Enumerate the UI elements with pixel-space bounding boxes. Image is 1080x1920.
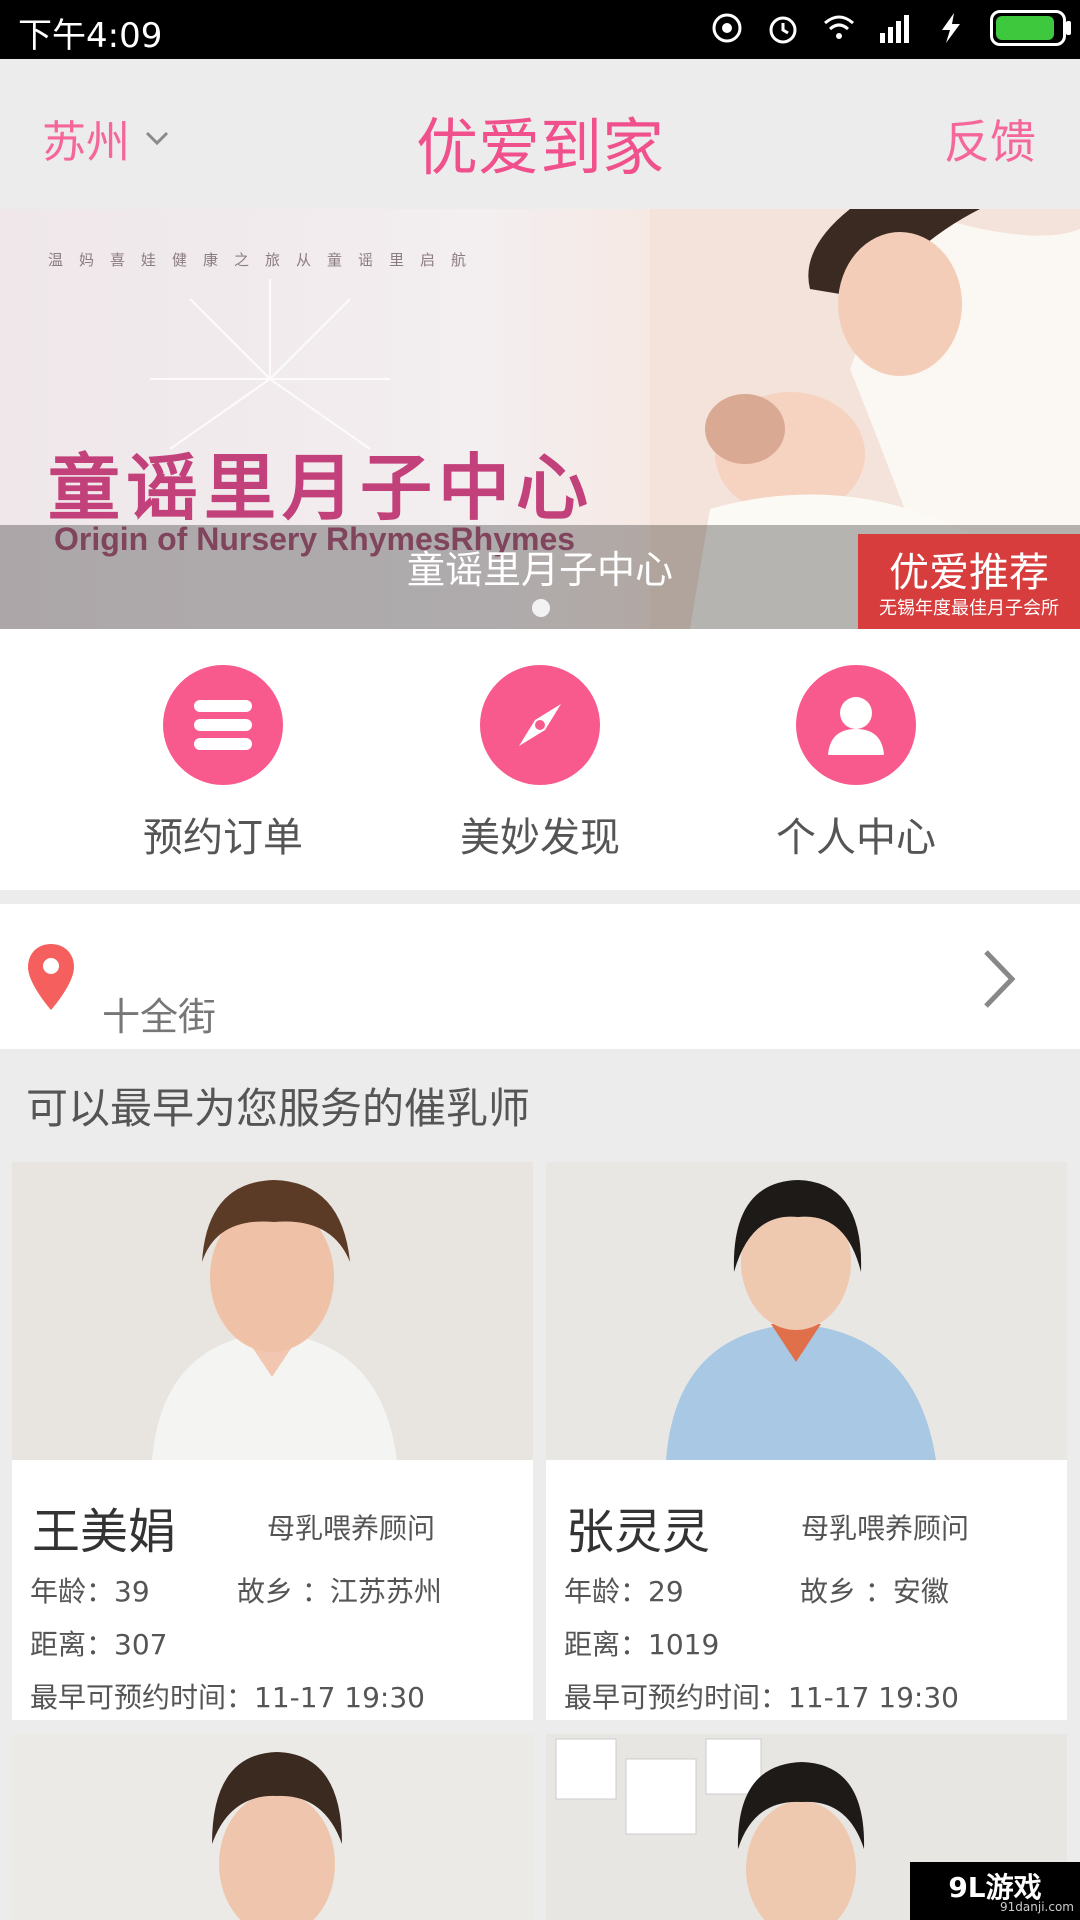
banner-tagline: 温妈喜娃健康之旅从童谣里启航: [48, 251, 483, 269]
section-title: 可以最早为您服务的催乳师: [26, 1084, 531, 1133]
available-time-label: 最早可预约时间：: [30, 1681, 255, 1714]
distance-field: 距离：307: [30, 1623, 167, 1663]
distance-label: 距离：: [564, 1628, 649, 1661]
menu-label-profile: 个人中心: [776, 815, 936, 861]
age-field: 年龄：39: [30, 1570, 150, 1610]
carousel-indicator-dot[interactable]: [532, 599, 550, 617]
watermark-logo: 9L游戏 91danji.com: [910, 1862, 1080, 1920]
hometown-field: 故乡 ：江苏苏州: [237, 1570, 442, 1610]
person-icon: [796, 665, 916, 785]
consultant-name: 张灵灵: [566, 1504, 711, 1560]
available-time-field: 最早可预约时间：11-17 19:30: [30, 1676, 425, 1716]
hometown-label: 故乡 ：: [800, 1575, 893, 1608]
status-bar: 下午4:09: [0, 0, 1080, 59]
hometown-label: 故乡 ：: [237, 1575, 330, 1608]
charging-icon: [942, 13, 960, 43]
list-icon: [163, 665, 283, 785]
menu-item-profile[interactable]: 个人中心: [736, 665, 976, 863]
wifi-icon: [824, 15, 854, 39]
consultant-photo: [12, 1734, 533, 1920]
consultant-role: 母乳喂养顾问: [801, 1512, 970, 1545]
status-time: 下午4:09: [18, 16, 163, 56]
hometown-value: 安徽: [892, 1575, 949, 1608]
chevron-right-icon: [984, 950, 1016, 1008]
consultant-photo: [12, 1162, 533, 1460]
distance-label: 距离：: [30, 1628, 115, 1661]
battery-icon: [990, 10, 1071, 46]
recommend-badge: 优爱推荐 无锡年度最佳月子会所: [858, 534, 1080, 629]
hometown-value: 江苏苏州: [329, 1575, 442, 1608]
signal-icon: [880, 15, 909, 43]
available-time-field: 最早可预约时间：11-17 19:30: [564, 1676, 959, 1716]
available-time-value: 11-17 19:30: [788, 1681, 959, 1714]
menu-item-discover[interactable]: 美妙发现: [420, 665, 660, 863]
consultant-card[interactable]: 王美娟 母乳喂养顾问 年龄：39 故乡 ：江苏苏州 距离：307 最早可预约时间…: [12, 1162, 533, 1720]
consultant-photo: [546, 1162, 1067, 1460]
location-pin-icon: [28, 944, 74, 1010]
consultant-card[interactable]: 张灵灵 母乳喂养顾问 年龄：29 故乡 ：安徽 距离：1019 最早可预约时间：…: [546, 1162, 1067, 1720]
watermark-url: 91danji.com: [1000, 1900, 1074, 1914]
age-value: 39: [114, 1575, 150, 1608]
main-menu: 预约订单 美妙发现 个人中心: [0, 629, 1080, 890]
menu-item-orders[interactable]: 预约订单: [103, 665, 343, 863]
available-time-label: 最早可预约时间：: [564, 1681, 789, 1714]
compass-icon: [480, 665, 600, 785]
menu-label-orders: 预约订单: [143, 815, 303, 861]
distance-value: 1019: [648, 1628, 720, 1661]
recommend-title: 优爱推荐: [889, 550, 1049, 596]
recommend-subtitle: 无锡年度最佳月子会所: [879, 598, 1059, 619]
hotspot-icon: [712, 13, 742, 43]
alarm-icon: [769, 16, 797, 44]
distance-field: 距离：1019: [564, 1623, 719, 1663]
banner-logo-text: 童谣里月子中心: [48, 446, 595, 530]
age-label: 年龄：: [30, 1575, 115, 1608]
age-field: 年龄：29: [564, 1570, 684, 1610]
consultant-role: 母乳喂养顾问: [267, 1512, 436, 1545]
feedback-button[interactable]: 反馈: [944, 106, 1036, 172]
age-label: 年龄：: [564, 1575, 649, 1608]
consultant-card[interactable]: [12, 1734, 533, 1920]
hometown-field: 故乡 ：安徽: [800, 1570, 949, 1610]
address-text: 十全街: [102, 995, 217, 1039]
consultant-name: 王美娟: [32, 1504, 177, 1560]
menu-label-discover: 美妙发现: [460, 815, 620, 861]
available-time-value: 11-17 19:30: [254, 1681, 425, 1714]
status-icons: [710, 10, 1071, 46]
app-header: 苏州 优爱到家 反馈: [0, 59, 1080, 209]
distance-value: 307: [114, 1628, 168, 1661]
location-row[interactable]: 十全街: [0, 904, 1080, 1049]
promo-banner[interactable]: 温妈喜娃健康之旅从童谣里启航 童谣里月子中心 Origin of Nursery…: [0, 209, 1080, 629]
age-value: 29: [648, 1575, 684, 1608]
app-title: 优爱到家: [415, 111, 664, 184]
